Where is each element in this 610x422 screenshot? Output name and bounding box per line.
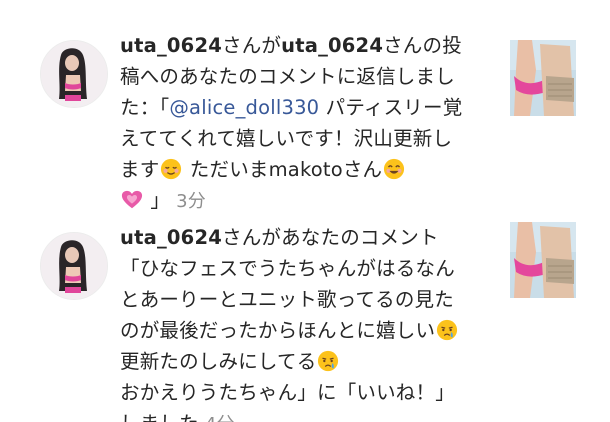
notification-text-segment: ます (120, 158, 160, 181)
notification-text-segment: とあーりーとユニット歌ってるの見た (120, 288, 454, 311)
notification-text-segment: さんが (222, 34, 282, 57)
mention-link[interactable]: @alice_doll330 (169, 96, 319, 119)
avatar[interactable] (40, 232, 108, 300)
notification-text-segment: パティスリー覚 (319, 96, 463, 119)
pink-heart-emoji (121, 189, 143, 211)
timestamp: 4分 (205, 414, 235, 422)
timestamp: 3分 (176, 191, 206, 212)
username-link[interactable]: uta_0624 (281, 34, 383, 57)
notification-text-segment: さんの投 (383, 34, 462, 57)
notification-text-segment: しました (120, 412, 199, 422)
notification-text-segment: えててくれて嬉しいです！沢山更新し (120, 127, 453, 150)
crying-face-emoji (436, 319, 458, 341)
notification-text-segment: 稿へのあなたのコメントに返信しまし (120, 65, 455, 88)
notification-text-segment: た：「 (120, 96, 170, 119)
relieved-face-emoji (160, 158, 182, 180)
notification-text: uta_0624さんがuta_0624さんの投 稿へのあなたのコメントに返信しま… (120, 30, 498, 217)
username-link[interactable]: uta_0624 (120, 226, 222, 249)
avatar[interactable] (40, 40, 108, 108)
notification-text-segment: 」 (144, 189, 171, 212)
post-thumbnail[interactable] (510, 222, 576, 298)
crying-face-emoji (317, 350, 339, 372)
username-link[interactable]: uta_0624 (120, 34, 222, 57)
smiling-face-emoji (383, 158, 405, 180)
notification-text-segment: 更新たのしみにしてる (120, 350, 317, 373)
notification-text: uta_0624さんがあなたのコメント 「ひなフェスでうたちゃんがはるなん とあ… (120, 222, 498, 422)
activity-feed: uta_0624さんがuta_0624さんの投 稿へのあなたのコメントに返信しま… (0, 0, 610, 422)
notification-text-segment: 「ひなフェスでうたちゃんがはるなん (120, 257, 455, 280)
post-thumbnail[interactable] (510, 40, 576, 116)
notification-text-segment: さんがあなたのコメント (222, 226, 439, 249)
notification-text-segment: おかえりうたちゃん」に「いいね！」 (120, 381, 455, 404)
notification-text-segment: ただいまmakotoさん (183, 158, 383, 181)
notification-text-segment: のが最後だったからほんとに嬉しい (120, 319, 436, 342)
